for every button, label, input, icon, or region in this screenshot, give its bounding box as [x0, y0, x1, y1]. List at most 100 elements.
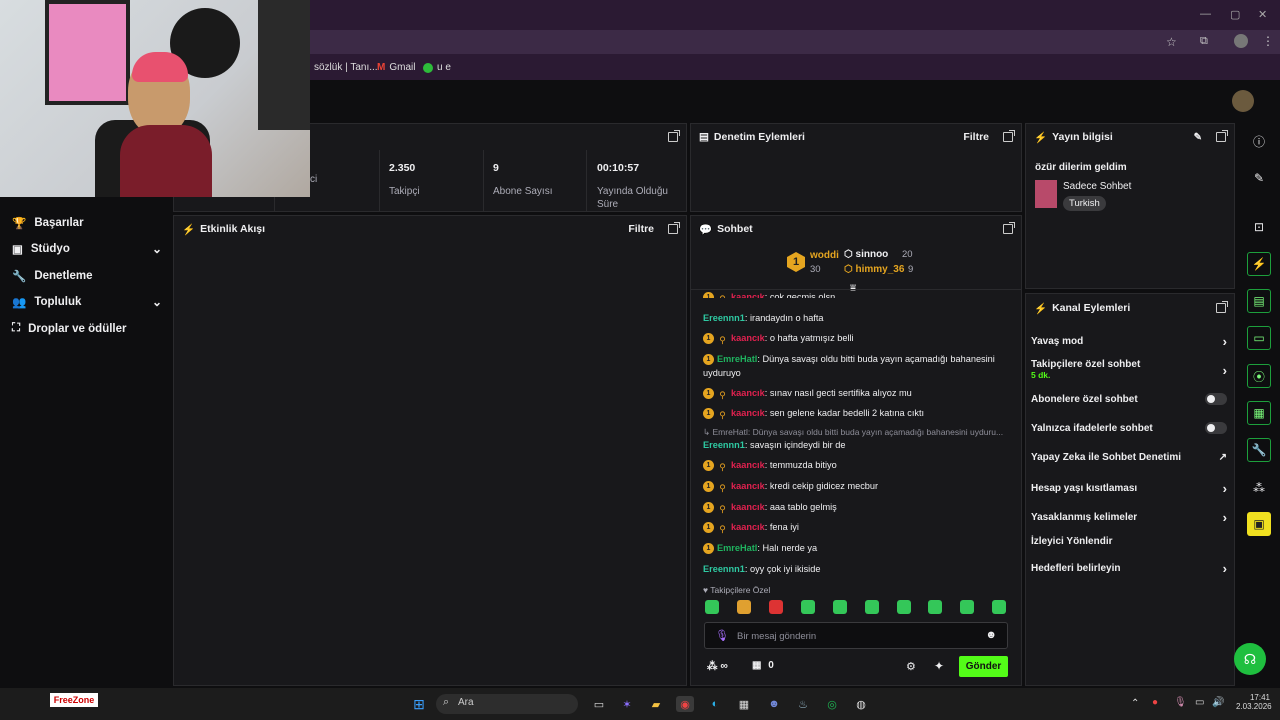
store-counter[interactable]: ▦ 0 — [752, 660, 774, 671]
popout-icon[interactable] — [1003, 130, 1015, 142]
emote-icon[interactable] — [928, 600, 942, 614]
chat-username[interactable]: kaancık — [731, 460, 765, 470]
profile-avatar[interactable] — [1234, 34, 1248, 48]
taskbar-search[interactable]: ⌕ Ara — [436, 694, 578, 714]
broadcast-icon[interactable]: ⦿ — [1247, 364, 1271, 388]
popout-icon[interactable] — [1216, 130, 1228, 142]
network-icon[interactable]: ▭ — [1195, 697, 1204, 708]
chrome-icon[interactable]: ◉ — [676, 696, 694, 712]
clapper-icon[interactable]: ▣ — [1247, 512, 1271, 536]
emote-icon[interactable] — [960, 600, 974, 614]
volume-icon[interactable]: 🔊 — [1212, 697, 1224, 708]
send-button[interactable]: Gönder — [959, 656, 1008, 677]
discord-icon[interactable]: ☻ — [765, 696, 783, 712]
leader-name[interactable]: ⬡ sinnoo — [844, 249, 888, 260]
minimize-icon[interactable]: — — [1200, 8, 1211, 20]
windows-start-icon[interactable]: ⊞ — [410, 696, 428, 712]
leader-name[interactable]: woddi — [810, 250, 839, 261]
pencil-icon[interactable]: ✎ — [1247, 166, 1271, 190]
settings-icon[interactable]: ⚙ — [906, 660, 916, 673]
chat-username[interactable]: Ereennn1 — [703, 313, 745, 323]
store-icon[interactable]: ▦ — [735, 696, 753, 712]
info-icon[interactable]: ⓘ — [1247, 129, 1271, 153]
chat-input[interactable]: 🎙 Bir mesaj gönderin ☻ — [704, 622, 1008, 649]
focus-icon[interactable]: ⊡ — [1247, 215, 1271, 239]
menu-icon[interactable]: ⋮ — [1262, 34, 1274, 48]
points-icon[interactable]: ⁂ — [1247, 476, 1271, 500]
filter-button[interactable]: Filtre — [963, 131, 989, 143]
chat-icon[interactable]: ▭ — [1247, 326, 1271, 350]
star-icon[interactable]: ☆ — [1166, 35, 1177, 49]
sidebar-item-droplar[interactable]: ⛶ Droplar ve ödüller — [12, 322, 162, 335]
popout-icon[interactable] — [668, 130, 680, 142]
subscribers-only-toggle[interactable] — [1205, 393, 1227, 405]
action-followers-only[interactable]: Takipçilere özel sohbet 5 dk. › — [1031, 359, 1227, 381]
bolt-icon[interactable]: ⚡ — [1247, 252, 1271, 276]
bookmark-item[interactable]: sözlük | Tanı... — [314, 62, 378, 73]
sidebar-item-denetleme[interactable]: 🔧 Denetleme — [12, 269, 162, 283]
emote-icon[interactable] — [769, 600, 783, 614]
spotify-icon[interactable]: ◎ — [823, 696, 841, 712]
chat-username[interactable]: kaancık — [731, 502, 765, 512]
obs-icon[interactable]: ◍ — [852, 696, 870, 712]
action-account-age[interactable]: Hesap yaşı kısıtlaması › — [1031, 481, 1227, 496]
emote-icon[interactable] — [992, 600, 1006, 614]
tray-chevron-icon[interactable]: ⌃ — [1131, 698, 1139, 709]
freezone-logo[interactable]: FreeZone — [50, 693, 98, 707]
task-view-icon[interactable]: ▭ — [590, 696, 608, 712]
action-emotes-only[interactable]: Yalnızca ifadelerle sohbet — [1031, 422, 1227, 434]
leader-name[interactable]: ⬡ himmy_36 — [844, 264, 904, 275]
chat-username[interactable]: kaancık — [731, 481, 765, 491]
tray-mic-icon[interactable]: 🎙 — [1174, 697, 1187, 708]
edit-icon[interactable]: ✎ — [1194, 132, 1202, 143]
emote-icon[interactable] — [801, 600, 815, 614]
puzzle-icon[interactable]: ✦ — [934, 659, 944, 673]
tray-app-icon[interactable]: ● — [1152, 697, 1158, 708]
action-raid[interactable]: İzleyici Yönlendir — [1031, 536, 1227, 547]
notes-icon[interactable]: ▤ — [1247, 289, 1271, 313]
user-avatar[interactable] — [1232, 90, 1254, 112]
action-ai-moderation[interactable]: Yapay Zeka ile Sohbet Denetimi ↗ — [1031, 452, 1227, 463]
maximize-icon[interactable]: ▢ — [1230, 8, 1240, 21]
action-slow-mode[interactable]: Yavaş mod › — [1031, 334, 1227, 349]
chat-username[interactable]: EmreHatl — [717, 543, 757, 553]
edge-icon[interactable]: ◐ — [706, 696, 724, 712]
emotes-only-toggle[interactable] — [1205, 422, 1227, 434]
action-goals[interactable]: Hedefleri belirleyin › — [1031, 561, 1227, 576]
bookmark-gmail[interactable]: M Gmail — [377, 62, 415, 73]
emote-icon[interactable] — [897, 600, 911, 614]
copilot-icon[interactable]: ✶ — [618, 696, 636, 712]
steam-icon[interactable]: ♨ — [794, 696, 812, 712]
sidebar-item-studyo[interactable]: ▣ Stüdyo ⌄ — [12, 242, 162, 256]
emote-icon[interactable] — [865, 600, 879, 614]
category-name[interactable]: Sadece Sohbet — [1063, 181, 1131, 192]
chat-username[interactable]: kaancık — [731, 333, 765, 343]
chat-username[interactable]: Ereennn1 — [703, 564, 745, 574]
popout-icon[interactable] — [1003, 222, 1015, 234]
emoji-icon[interactable]: ☻ — [985, 629, 997, 641]
chat-username[interactable]: kaancık — [731, 522, 765, 532]
chat-username[interactable]: kaancık — [731, 408, 765, 418]
wrench-icon[interactable]: 🔧 — [1247, 438, 1271, 462]
mic-icon[interactable]: 🎙 — [715, 629, 729, 642]
action-subscribers-only[interactable]: Abonelere özel sohbet — [1031, 393, 1227, 405]
action-banned-words[interactable]: Yasaklanmış kelimeler › — [1031, 510, 1227, 525]
chat-username[interactable]: Ereennn1 — [703, 440, 745, 450]
extensions-icon[interactable]: ⧉ — [1200, 35, 1208, 48]
close-icon[interactable]: ✕ — [1258, 8, 1267, 21]
emote-icon[interactable] — [737, 600, 751, 614]
clock[interactable]: 17:41 2.03.2026 — [1236, 693, 1272, 711]
points-counter[interactable]: ⁂ ∞ — [707, 660, 728, 672]
filter-button[interactable]: Filtre — [628, 223, 654, 235]
sidebar-item-basarilar[interactable]: 🏆 Başarılar — [12, 216, 162, 230]
sidebar-item-topluluk[interactable]: 👥 Topluluk ⌄ — [12, 295, 162, 309]
popout-icon[interactable] — [668, 222, 680, 234]
support-icon[interactable]: ☊ — [1234, 643, 1266, 675]
folder-icon[interactable]: ▰ — [647, 696, 665, 712]
chat-username[interactable]: EmreHatl — [717, 354, 757, 364]
emote-icon[interactable] — [833, 600, 847, 614]
layout-icon[interactable]: ▦ — [1247, 401, 1271, 425]
chat-username[interactable]: kaancık — [731, 388, 765, 398]
emote-icon[interactable] — [705, 600, 719, 614]
popout-icon[interactable] — [1216, 301, 1228, 313]
